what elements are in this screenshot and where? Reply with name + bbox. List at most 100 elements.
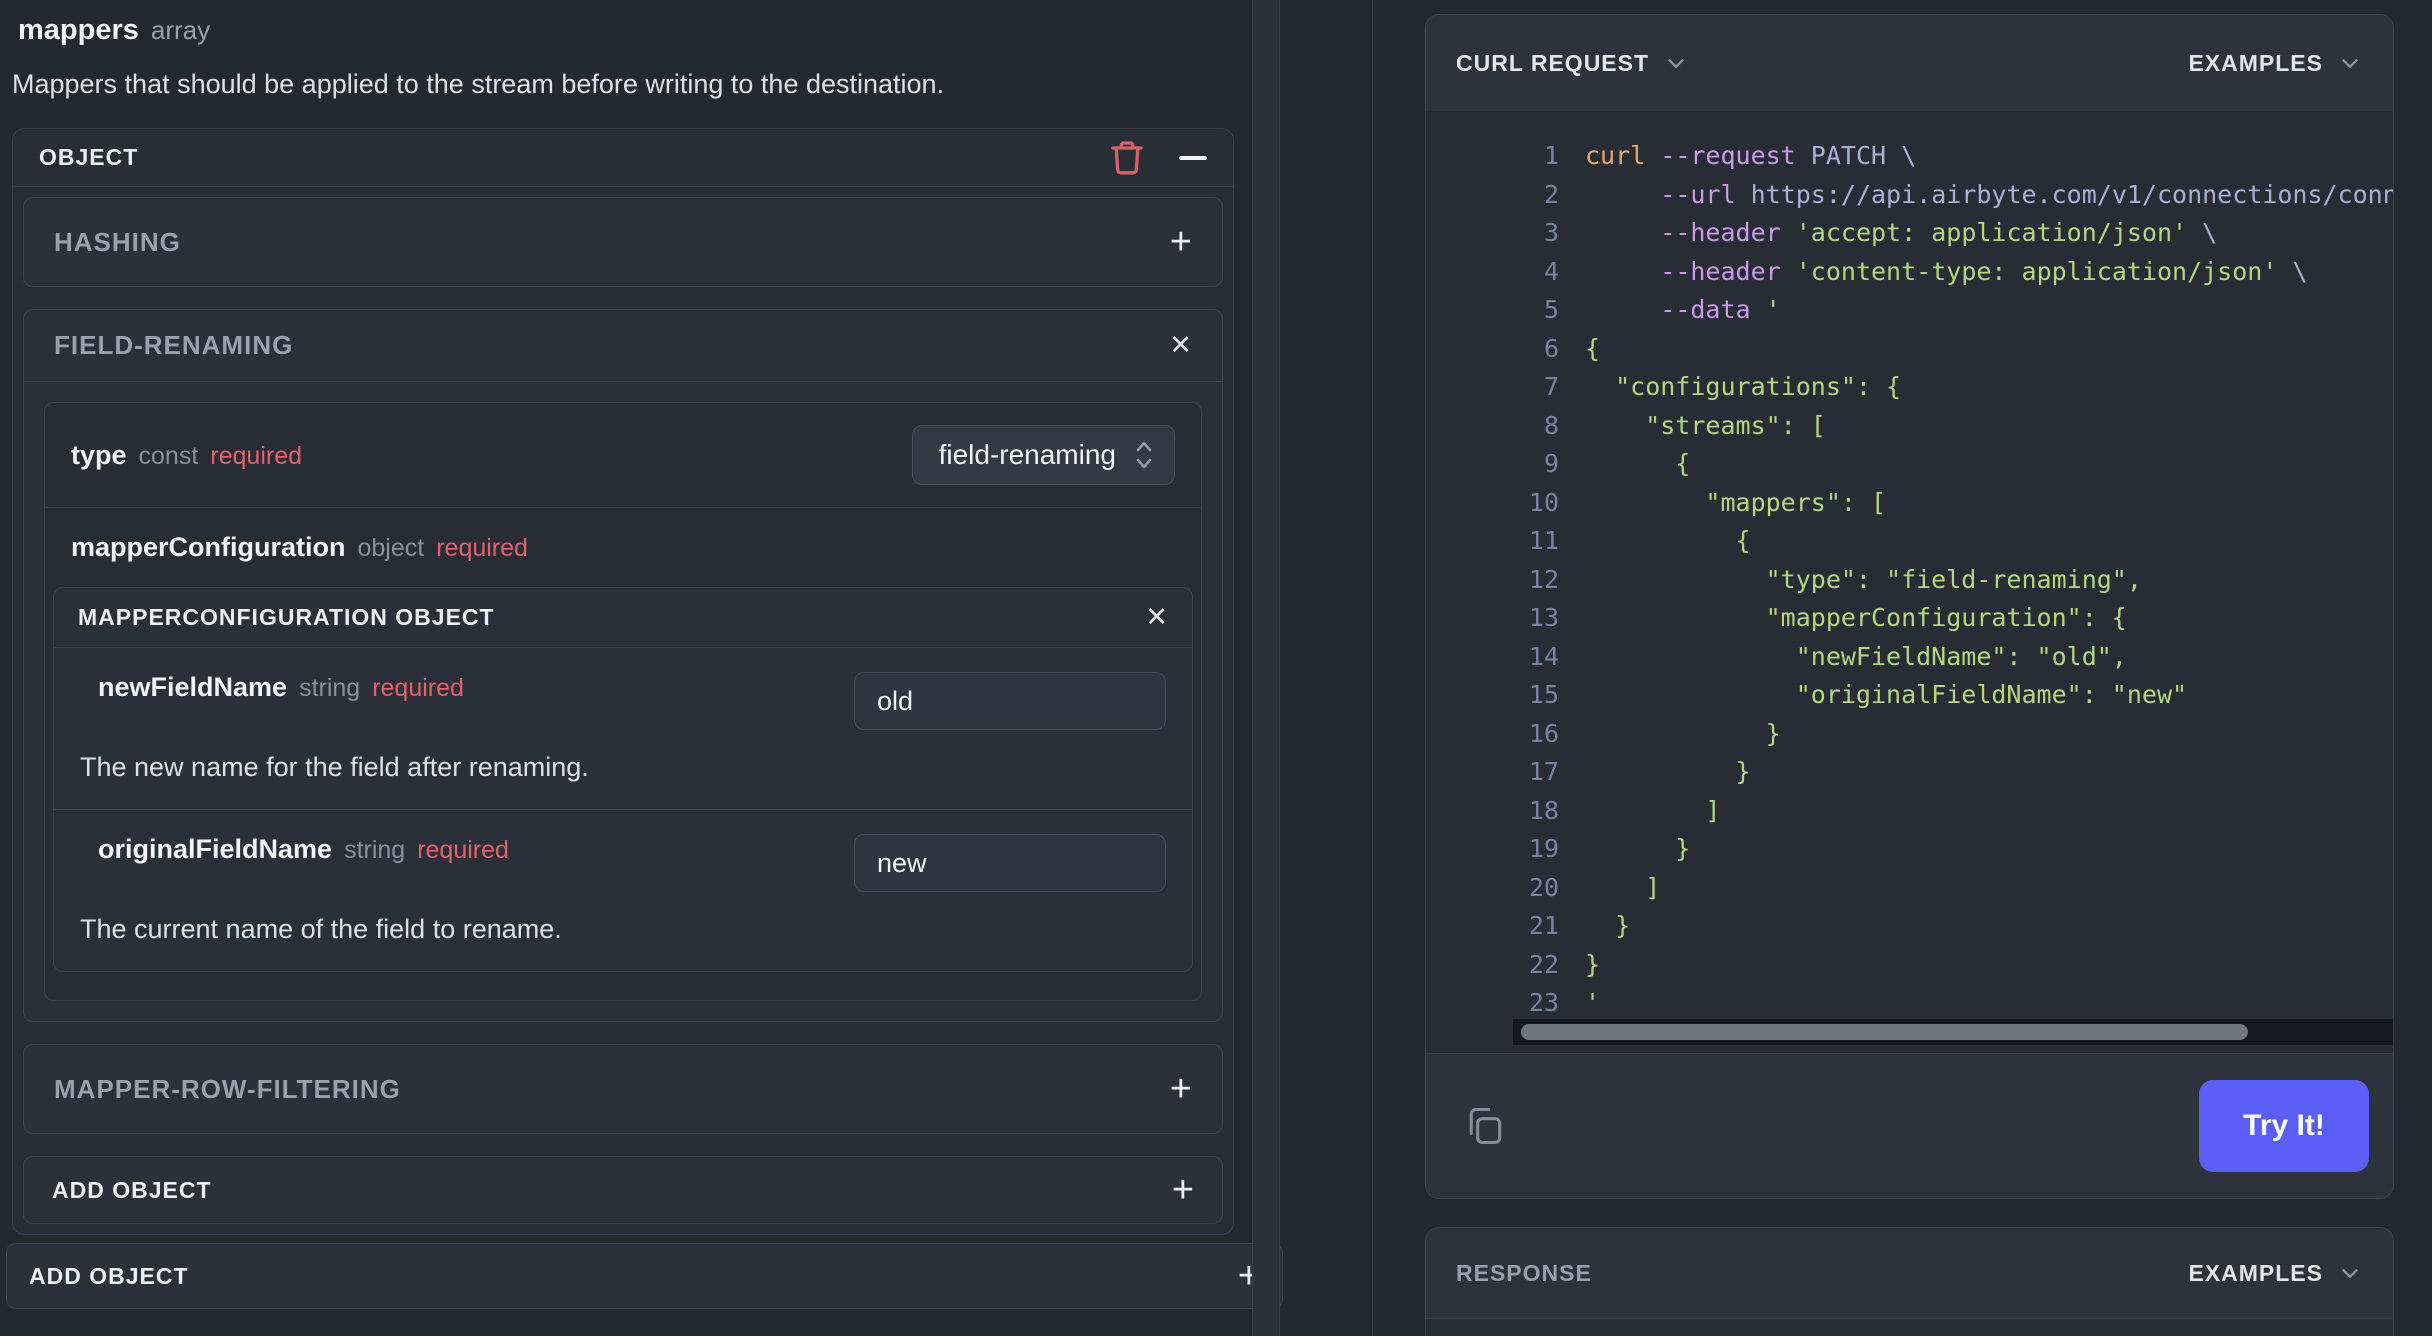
- new-field-name: newFieldName: [98, 672, 288, 702]
- mapper-configuration-qualifier: object: [357, 534, 425, 562]
- object-card-body: HASHING + FIELD-RENAMING ✕ type const re…: [13, 187, 1233, 1234]
- code-line: 7 "configurations": {: [1543, 372, 1902, 401]
- object-card-label: OBJECT: [39, 144, 139, 170]
- request-examples-label: EXAMPLES: [2188, 49, 2323, 76]
- scrollbar-thumb[interactable]: [1521, 1024, 2248, 1040]
- left-column-scrollbar[interactable]: [1252, 0, 1280, 1336]
- original-field-name-labels: originalFieldName string required: [80, 834, 509, 865]
- chevron-down-icon: [1663, 50, 1689, 76]
- code-line: 3 --header 'accept: application/json' \: [1543, 218, 2218, 247]
- curl-code-block[interactable]: 1 curl --request PATCH \ 2 --url https://a…: [1426, 111, 2393, 1053]
- curl-request-footer: Try It!: [1426, 1053, 2393, 1198]
- chevron-down-icon: [2337, 50, 2363, 76]
- add-object-button-inner[interactable]: ADD OBJECT +: [23, 1156, 1223, 1224]
- code-line: 21 }: [1528, 911, 1631, 940]
- field-renaming-label: FIELD-RENAMING: [54, 330, 294, 360]
- curl-request-header: CURL REQUEST EXAMPLES: [1426, 15, 2393, 111]
- copy-code-button[interactable]: [1463, 1102, 1507, 1150]
- code-line: 17 }: [1528, 757, 1751, 786]
- code-line: 16 }: [1528, 718, 1781, 748]
- object-card-header: OBJECT: [13, 129, 1233, 187]
- code-column: CURL REQUEST EXAMPLES 1 curl --request PA…: [1425, 14, 2394, 1336]
- code-line: 13 "mapperConfiguration": {: [1528, 603, 2127, 632]
- original-field-name-qualifier: string: [344, 836, 406, 864]
- add-object-outer-label: ADD OBJECT: [29, 1262, 189, 1289]
- close-field-renaming-button[interactable]: ✕: [1169, 332, 1192, 359]
- plus-icon: +: [1169, 1068, 1192, 1110]
- response-title: RESPONSE: [1456, 1259, 1592, 1286]
- code-line: 4 --header 'content-type: application/js…: [1543, 256, 2308, 286]
- original-field-name-input[interactable]: [854, 834, 1166, 892]
- add-object-inner-label: ADD OBJECT: [52, 1176, 212, 1203]
- curl-request-title-dropdown[interactable]: CURL REQUEST: [1456, 50, 1689, 77]
- trash-icon: [1107, 138, 1147, 178]
- type-select-value: field-renaming: [938, 439, 1116, 470]
- response-examples-dropdown[interactable]: EXAMPLES: [2188, 1260, 2363, 1287]
- delete-object-button[interactable]: [1107, 138, 1147, 178]
- hashing-label: HASHING: [54, 226, 181, 257]
- api-docs-page: mappers array Mappers that should be app…: [0, 0, 2432, 1336]
- code-line: 14 "newFieldName": "old",: [1528, 641, 2127, 671]
- copy-icon: [1463, 1102, 1507, 1150]
- property-description: Mappers that should be applied to the st…: [12, 69, 945, 99]
- mapper-configuration-row: mapperConfiguration object required MAPP…: [45, 508, 1201, 1000]
- add-object-button-outer[interactable]: ADD OBJECT +: [6, 1243, 1283, 1309]
- type-field-row: type const required field-renaming: [45, 403, 1201, 508]
- response-examples-label: EXAMPLES: [2188, 1259, 2323, 1286]
- curl-request-title: CURL REQUEST: [1456, 49, 1650, 76]
- property-type: array: [150, 15, 211, 45]
- type-select[interactable]: field-renaming: [911, 425, 1175, 485]
- try-it-button[interactable]: Try It!: [2199, 1080, 2369, 1172]
- mapper-configuration-name: mapperConfiguration: [71, 532, 346, 562]
- new-field-name-qualifier: string: [299, 674, 361, 702]
- new-field-name-labels: newFieldName string required: [80, 672, 464, 703]
- code-line: 8 "streams": [: [1543, 410, 1826, 440]
- code-line: 22}: [1528, 949, 1601, 979]
- code-line: 12 "type": "field-renaming",: [1528, 564, 2142, 594]
- code-line: 6{: [1543, 333, 1601, 363]
- code-line: 1 curl --request PATCH \: [1543, 141, 1917, 170]
- code-line: 11 {: [1528, 526, 1751, 555]
- mapper-configuration-required-badge: required: [436, 534, 528, 562]
- new-field-name-input[interactable]: [854, 672, 1166, 730]
- close-icon: ✕: [1169, 330, 1192, 360]
- hashing-section[interactable]: HASHING +: [23, 197, 1223, 287]
- new-field-name-description: The new name for the field after renamin…: [80, 752, 589, 782]
- mapper-configuration-card: MAPPERCONFIGURATION OBJECT ✕ newFieldNam…: [53, 587, 1193, 972]
- collapse-object-button[interactable]: [1179, 155, 1207, 160]
- original-field-name: originalFieldName: [98, 834, 333, 864]
- original-field-name-description: The current name of the field to rename.: [80, 914, 562, 944]
- code-line: 15 "originalFieldName": "new": [1528, 680, 2188, 709]
- schema-column: mappers array Mappers that should be app…: [12, 14, 1234, 1235]
- mapper-configuration-card-header: MAPPERCONFIGURATION OBJECT ✕: [54, 588, 1192, 648]
- mapper-row-filtering-label: MAPPER-ROW-FILTERING: [54, 1073, 401, 1104]
- plus-icon: +: [1171, 1169, 1194, 1211]
- select-chevrons-icon: [1132, 437, 1156, 473]
- response-code-block: [1426, 1319, 2393, 1336]
- code-line: 19 }: [1528, 834, 1691, 863]
- type-field-name: type: [71, 439, 127, 470]
- object-card: OBJECT HASHING + FIELD-RENAMING ✕ type c…: [12, 128, 1234, 1235]
- field-renaming-section: FIELD-RENAMING ✕ type const required fie…: [23, 309, 1223, 1022]
- property-title-row: mappers array: [18, 14, 1234, 47]
- code-horizontal-scrollbar[interactable]: [1513, 1019, 2393, 1045]
- original-field-name-required-badge: required: [417, 836, 509, 864]
- request-examples-dropdown[interactable]: EXAMPLES: [2188, 50, 2363, 77]
- new-field-name-row: newFieldName string required The new nam…: [54, 648, 1192, 809]
- column-divider: [1372, 0, 1373, 1336]
- field-renaming-props-card: type const required field-renaming mappe…: [44, 402, 1202, 1001]
- code-line: 5 --data ': [1543, 295, 1781, 324]
- plus-icon: +: [1169, 221, 1192, 263]
- type-field-required-badge: required: [210, 441, 303, 470]
- code-line: 9 {: [1543, 449, 1691, 478]
- code-line: 10 "mappers": [: [1528, 487, 1887, 517]
- code-line: 20 ]: [1528, 872, 1661, 902]
- original-field-name-row: originalFieldName string required The cu…: [54, 809, 1192, 971]
- type-field-qualifier: const: [138, 441, 199, 470]
- property-name: mappers: [18, 14, 139, 46]
- mapper-row-filtering-section[interactable]: MAPPER-ROW-FILTERING +: [23, 1044, 1223, 1134]
- close-mapper-configuration-button[interactable]: ✕: [1145, 604, 1168, 631]
- field-renaming-header: FIELD-RENAMING ✕: [24, 310, 1222, 382]
- chevron-down-icon: [2337, 1260, 2363, 1286]
- mapper-configuration-labels: mapperConfiguration object required: [53, 532, 1193, 563]
